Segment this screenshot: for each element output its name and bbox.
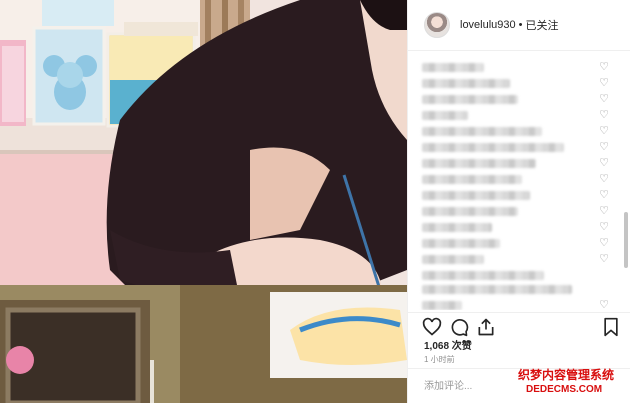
post-actions	[408, 312, 630, 339]
blurred-comment	[422, 127, 542, 136]
share-icon[interactable]	[476, 317, 496, 337]
heart-icon[interactable]: ♡	[597, 108, 611, 122]
post-side-panel: lovelulu930 • 已关注 ♡ ♡ ♡ ♡ ♡ ♡ ♡ ♡ ♡ ♡ ♡ …	[407, 0, 630, 403]
comment-list[interactable]: ♡ ♡ ♡ ♡ ♡ ♡ ♡ ♡ ♡ ♡ ♡ ♡ ♡ ♡	[408, 52, 630, 310]
blurred-comment	[422, 143, 564, 152]
watermark: 织梦内容管理系统 DEDECMS.COM	[518, 367, 628, 401]
blurred-comment	[422, 207, 518, 216]
comment-row: ♡	[408, 156, 630, 170]
blurred-comment	[422, 79, 510, 88]
follow-status-button[interactable]: 已关注	[526, 17, 559, 33]
username[interactable]: lovelulu930	[460, 19, 516, 31]
blurred-comment	[422, 301, 462, 310]
comment-row: ♡	[408, 108, 630, 122]
watermark-domain: DEDECMS.COM	[526, 384, 603, 395]
heart-icon[interactable]: ♡	[597, 220, 611, 234]
heart-icon[interactable]: ♡	[597, 252, 611, 266]
heart-icon[interactable]: ♡	[597, 76, 611, 90]
comment-row: ♡	[408, 236, 630, 250]
blurred-comment	[422, 255, 484, 264]
heart-icon[interactable]: ♡	[597, 204, 611, 218]
post-header: lovelulu930 • 已关注	[408, 0, 630, 51]
comment-row: ♡	[408, 140, 630, 154]
comment-row: ♡	[408, 172, 630, 186]
blurred-comment	[422, 285, 572, 294]
comment-row: ♡	[408, 252, 630, 266]
comment-row: ♡	[408, 92, 630, 106]
comment-scrollbar[interactable]	[624, 52, 628, 310]
comment-row	[408, 268, 630, 282]
heart-icon[interactable]: ♡	[597, 92, 611, 106]
avatar[interactable]	[424, 12, 450, 38]
blurred-comment	[422, 175, 522, 184]
blurred-comment	[422, 159, 536, 168]
comment-row: ♡	[408, 298, 630, 310]
comment-row: ♡	[408, 220, 630, 234]
comment-row: ♡	[408, 188, 630, 202]
comment-row	[408, 282, 630, 296]
heart-icon[interactable]: ♡	[597, 156, 611, 170]
blurred-comment	[422, 63, 484, 72]
painting-photo-illustration	[0, 0, 407, 403]
separator-dot: •	[518, 19, 523, 31]
comment-icon[interactable]	[449, 317, 469, 337]
comment-row: ♡	[408, 60, 630, 74]
heart-icon[interactable]: ♡	[597, 140, 611, 154]
comment-row: ♡	[408, 204, 630, 218]
blurred-comment	[422, 95, 518, 104]
blurred-comment	[422, 223, 492, 232]
heart-icon[interactable]: ♡	[597, 188, 611, 202]
watermark-title: 织梦内容管理系统	[518, 368, 615, 382]
post-photo[interactable]	[0, 0, 407, 403]
heart-icon[interactable]: ♡	[597, 124, 611, 138]
heart-icon[interactable]: ♡	[597, 172, 611, 186]
scrollbar-thumb[interactable]	[624, 212, 628, 268]
comment-row: ♡	[408, 124, 630, 138]
blurred-comment	[422, 191, 530, 200]
bookmark-icon[interactable]	[601, 317, 621, 337]
blurred-comment	[422, 239, 500, 248]
heart-icon[interactable]: ♡	[597, 236, 611, 250]
heart-icon[interactable]	[422, 317, 442, 337]
post-timestamp[interactable]: 1 小时前	[424, 354, 455, 365]
blurred-comment	[422, 271, 544, 280]
blurred-comment	[422, 111, 468, 120]
heart-icon[interactable]: ♡	[597, 298, 611, 310]
heart-icon[interactable]: ♡	[597, 60, 611, 74]
comment-row: ♡	[408, 76, 630, 90]
like-count[interactable]: 1,068 次赞	[424, 337, 472, 352]
